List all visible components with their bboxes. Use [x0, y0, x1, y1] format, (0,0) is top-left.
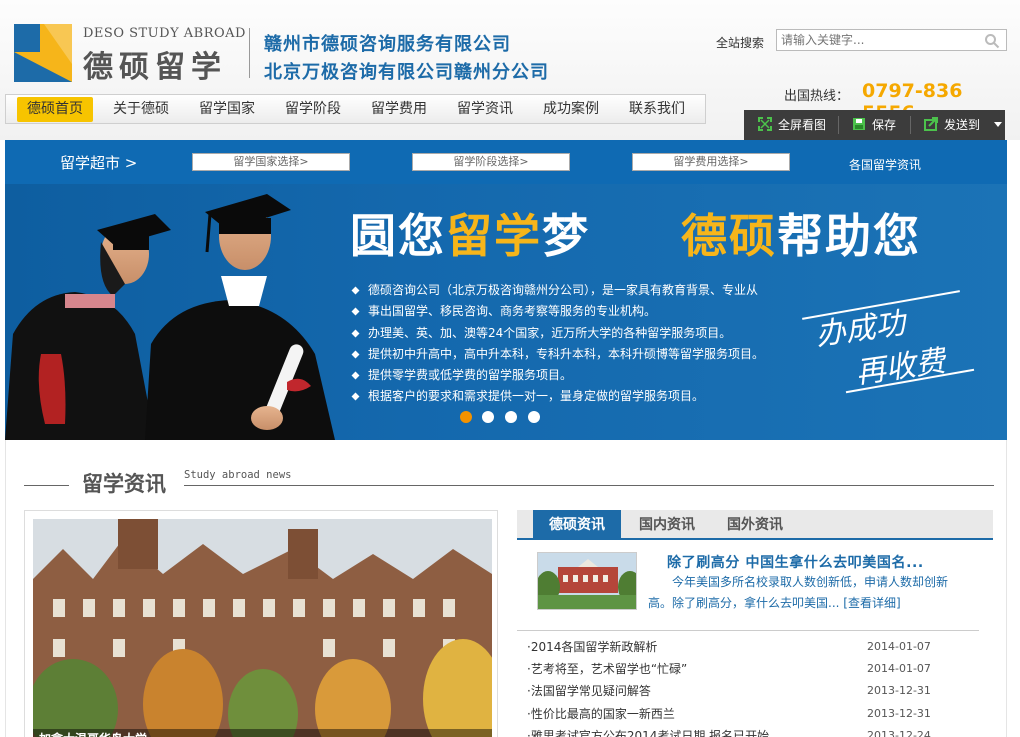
nav-item-cases[interactable]: 成功案例 — [533, 97, 609, 122]
news-title[interactable]: ·雅思考试官方公布2014考试日期 报名已开始 — [527, 725, 769, 737]
feature-summary-continued: 高。除了刷高分，拿什么去叩美国... [查看详细] — [648, 593, 980, 614]
feature-title[interactable]: 除了刷高分 中国生拿什么去叩美国名... — [667, 552, 924, 572]
logo-icon[interactable] — [14, 24, 72, 82]
banner-headline-right: 德硕帮助您 — [681, 200, 921, 266]
banner-point: 德硕咨询公司（北京万极咨询赣州分公司），是一家具有教育背景、专业从 — [352, 280, 792, 301]
fullscreen-label: 全屏看图 — [778, 118, 827, 132]
fullscreen-icon — [758, 117, 772, 131]
country-news-link[interactable]: 各国留学资讯 — [849, 156, 921, 173]
slide-dot[interactable] — [460, 411, 472, 423]
chevron-down-icon — [993, 122, 1002, 127]
slide-dot[interactable] — [482, 411, 494, 423]
country-select[interactable]: 留学国家选择> — [192, 153, 350, 171]
banner-points: 德硕咨询公司（北京万极咨询赣州分公司），是一家具有教育背景、专业从 事出国留学、… — [352, 280, 792, 408]
photo-caption[interactable]: 加拿大温哥华岛大学 — [33, 729, 492, 737]
search-input[interactable] — [781, 32, 981, 48]
news-tabs: 德硕资讯 国内资讯 国外资讯 — [517, 510, 993, 540]
news-title[interactable]: ·艺考将至，艺术留学也“忙碌” — [527, 658, 687, 680]
share-toolbar: 全屏看图 保存 发送到 — [744, 110, 1005, 140]
graduates-illustration — [5, 194, 335, 440]
feature-summary: 今年美国多所名校录取人数创新低，申请人数却创新 — [672, 575, 949, 589]
news-title[interactable]: ·法国留学常见疑问解答 — [527, 680, 651, 702]
banner-point: 提供零学费或低学费的留学服务项目。 — [352, 365, 792, 386]
search-icon[interactable] — [984, 33, 1000, 49]
featured-photo-box: 加拿大温哥华岛大学 — [24, 510, 498, 737]
news-date: 2013-12-31 — [867, 706, 931, 720]
campus-illustration — [33, 519, 492, 737]
list-item[interactable]: ·性价比最高的国家一新西兰 2013-12-31 — [527, 703, 987, 725]
logo-divider — [249, 28, 250, 78]
list-item[interactable]: ·法国留学常见疑问解答 2013-12-31 — [527, 680, 987, 702]
send-icon — [924, 117, 938, 131]
news-date: 2013-12-31 — [867, 684, 931, 698]
nav-item-fees[interactable]: 留学费用 — [361, 97, 437, 122]
news-panel: 德硕资讯 国内资讯 国外资讯 除了刷高分 中国生拿什么去叩美国名... 今年美国… — [517, 510, 993, 737]
news-title[interactable]: ·性价比最高的国家一新西兰 — [527, 703, 675, 725]
nav-item-stages[interactable]: 留学阶段 — [275, 97, 351, 122]
news-date: 2014-01-07 — [867, 640, 931, 653]
logo-chinese[interactable]: 德硕留学 — [83, 42, 227, 86]
section-subtitle: Study abroad news — [184, 469, 292, 481]
main-nav: 德硕首页 关于德硕 留学国家 留学阶段 留学费用 留学资讯 成功案例 联系我们 — [5, 94, 706, 124]
nav-item-home[interactable]: 德硕首页 — [17, 97, 93, 122]
company-name-primary: 赣州市德硕咨询服务有限公司 — [264, 34, 511, 55]
study-market-bar: 留学超市 > 留学国家选择> 留学阶段选择> 留学费用选择> 各国留学资讯 — [5, 140, 1007, 184]
campus-thumbnail — [538, 553, 636, 609]
nav-item-contact[interactable]: 联系我们 — [619, 97, 695, 122]
fee-select[interactable]: 留学费用选择> — [632, 153, 790, 171]
toolbar-separator — [910, 116, 911, 134]
section-rule-right — [184, 485, 994, 486]
slide-dot[interactable] — [528, 411, 540, 423]
fullscreen-button[interactable]: 全屏看图 — [758, 110, 826, 140]
banner-point-continued: 事出国留学、移民咨询、商务考察等服务的专业机构。 — [352, 301, 792, 322]
banner-headline-left: 圆您留学梦 — [350, 200, 590, 266]
list-item[interactable]: ·雅思考试官方公布2014考试日期 报名已开始 2013-12-24 — [527, 725, 987, 737]
company-name-secondary: 北京万极咨询有限公司赣州分公司 — [264, 62, 549, 83]
news-title[interactable]: ·2014各国留学新政解析 — [527, 636, 657, 658]
read-more-link[interactable]: [查看详细] — [843, 596, 900, 610]
send-to-button[interactable]: 发送到 — [924, 110, 1002, 140]
site-header: DESO STUDY ABROAD 德硕留学 赣州市德硕咨询服务有限公司 北京万… — [0, 0, 1020, 140]
search-label: 全站搜索 — [716, 36, 765, 50]
save-icon — [853, 118, 865, 130]
hotline-label: 出国热线： — [784, 89, 850, 104]
headline-part: 帮助您 — [777, 209, 921, 263]
list-divider — [517, 630, 979, 631]
hero-banner[interactable]: 圆您留学梦 德硕帮助您 德硕咨询公司（北京万极咨询赣州分公司），是一家具有教育背… — [5, 184, 1007, 440]
section-rule-left — [24, 485, 69, 486]
news-list: ·2014各国留学新政解析 2014-01-07 ·艺考将至，艺术留学也“忙碌” 2… — [527, 636, 987, 737]
nav-item-about[interactable]: 关于德硕 — [103, 97, 179, 122]
nav-item-countries[interactable]: 留学国家 — [189, 97, 265, 122]
send-label: 发送到 — [944, 118, 981, 132]
section-title: 留学资讯 — [82, 472, 166, 496]
tab-deso-news[interactable]: 德硕资讯 — [533, 510, 621, 540]
search-box — [776, 29, 1007, 51]
banner-point: 根据客户的要求和需求提供一对一，量身定做的留学服务项目。 — [352, 386, 792, 407]
slide-dot[interactable] — [505, 411, 517, 423]
save-label: 保存 — [872, 118, 897, 132]
toolbar-separator — [838, 116, 839, 134]
logo-english: DESO STUDY ABROAD — [83, 26, 246, 41]
news-date: 2014-01-07 — [867, 662, 931, 676]
headline-part: 圆您 — [350, 209, 446, 263]
feature-summary-tail: 高。除了刷高分，拿什么去叩美国... — [648, 596, 840, 610]
feature-thumbnail[interactable] — [537, 552, 637, 610]
headline-part: 德硕 — [681, 209, 777, 263]
headline-part: 留学 — [446, 209, 542, 263]
tab-foreign-news[interactable]: 国外资讯 — [711, 510, 799, 540]
save-button[interactable]: 保存 — [852, 110, 896, 140]
tab-domestic-news[interactable]: 国内资讯 — [623, 510, 711, 540]
nav-item-news[interactable]: 留学资讯 — [447, 97, 523, 122]
featured-photo[interactable]: 加拿大温哥华岛大学 — [33, 519, 492, 737]
market-title: 留学超市 > — [60, 154, 138, 172]
stage-select[interactable]: 留学阶段选择> — [412, 153, 570, 171]
banner-point: 提供初中升高中，高中升本科，专科升本科，本科升硕博等留学服务项目。 — [352, 344, 792, 365]
list-item[interactable]: ·2014各国留学新政解析 2014-01-07 — [527, 636, 987, 658]
news-date: 2013-12-24 — [867, 728, 931, 737]
list-item[interactable]: ·艺考将至，艺术留学也“忙碌” 2014-01-07 — [527, 658, 987, 680]
headline-part: 梦 — [542, 209, 590, 263]
banner-point: 办理美、英、加、澳等24个国家，近万所大学的各种留学服务项目。 — [352, 323, 792, 344]
